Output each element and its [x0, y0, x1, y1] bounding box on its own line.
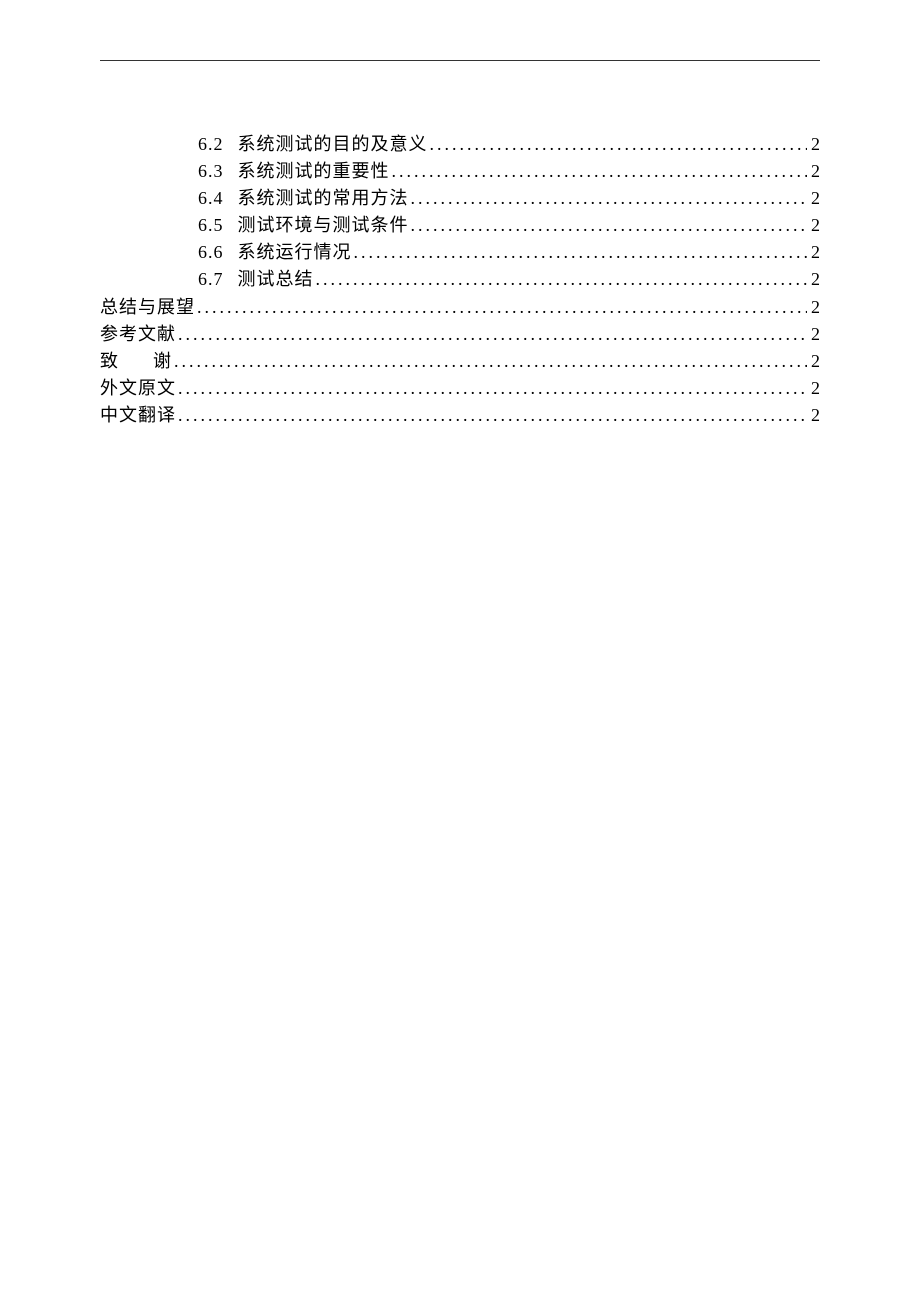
toc-page: 2 — [811, 375, 820, 401]
toc-number: 6.2 — [198, 131, 224, 157]
toc-title: 外文原文 — [100, 375, 176, 401]
toc-title: 中文翻译 — [100, 402, 176, 428]
toc-page: 2 — [811, 402, 820, 428]
toc-entry: 6.7 测试总结 2 — [100, 266, 820, 292]
toc-entry: 致谢 2 — [100, 348, 820, 374]
toc-page: 2 — [811, 321, 820, 347]
toc-number: 6.7 — [198, 266, 224, 292]
toc-title: 测试环境与测试条件 — [238, 212, 409, 238]
toc-page: 2 — [811, 294, 820, 320]
toc-leader-dots — [354, 239, 808, 265]
document-page: 6.2 系统测试的目的及意义 2 6.3 系统测试的重要性 2 6.4 系统测试… — [0, 0, 920, 1302]
toc-entry: 总结与展望 2 — [100, 294, 820, 320]
toc-page: 2 — [811, 131, 820, 157]
toc-leader-dots — [178, 402, 807, 428]
toc-entry: 外文原文 2 — [100, 375, 820, 401]
toc-page: 2 — [811, 212, 820, 238]
toc-title-char: 致 — [100, 351, 119, 371]
toc-leader-dots — [316, 266, 808, 292]
toc-title-char: 谢 — [153, 351, 172, 371]
toc-title: 系统测试的常用方法 — [238, 185, 409, 211]
toc-number: 6.6 — [198, 239, 224, 265]
toc-entry: 中文翻译 2 — [100, 402, 820, 428]
toc-page: 2 — [811, 266, 820, 292]
toc-leader-dots — [178, 321, 807, 347]
toc-page: 2 — [811, 239, 820, 265]
table-of-contents: 6.2 系统测试的目的及意义 2 6.3 系统测试的重要性 2 6.4 系统测试… — [100, 131, 820, 428]
toc-entry: 6.4 系统测试的常用方法 2 — [100, 185, 820, 211]
header-rule — [100, 60, 820, 61]
toc-leader-dots — [174, 348, 807, 374]
toc-number: 6.4 — [198, 185, 224, 211]
toc-page: 2 — [811, 185, 820, 211]
toc-leader-dots — [411, 185, 808, 211]
toc-page: 2 — [811, 158, 820, 184]
toc-title: 参考文献 — [100, 321, 176, 347]
toc-title: 系统测试的重要性 — [238, 158, 390, 184]
toc-entry: 6.6 系统运行情况 2 — [100, 239, 820, 265]
toc-leader-dots — [197, 294, 807, 320]
toc-number: 6.5 — [198, 212, 224, 238]
toc-leader-dots — [430, 131, 808, 157]
toc-leader-dots — [392, 158, 808, 184]
toc-title: 系统运行情况 — [238, 239, 352, 265]
toc-entry: 6.5 测试环境与测试条件 2 — [100, 212, 820, 238]
toc-leader-dots — [178, 375, 807, 401]
toc-title: 总结与展望 — [100, 294, 195, 320]
toc-entry: 参考文献 2 — [100, 321, 820, 347]
toc-entry: 6.2 系统测试的目的及意义 2 — [100, 131, 820, 157]
toc-title: 系统测试的目的及意义 — [238, 131, 428, 157]
toc-title: 测试总结 — [238, 266, 314, 292]
toc-leader-dots — [411, 212, 808, 238]
toc-number: 6.3 — [198, 158, 224, 184]
toc-title: 致谢 — [100, 348, 172, 374]
toc-page: 2 — [811, 348, 820, 374]
toc-entry: 6.3 系统测试的重要性 2 — [100, 158, 820, 184]
